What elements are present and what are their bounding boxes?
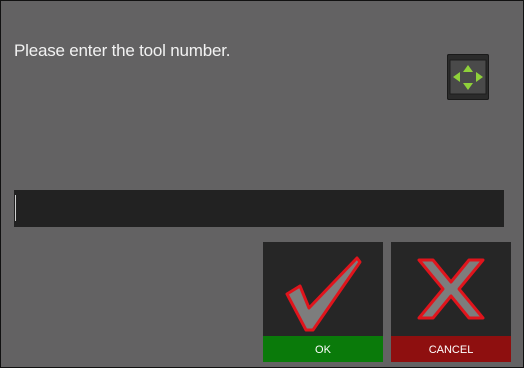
text-cursor xyxy=(15,195,16,221)
move-dialog-button[interactable] xyxy=(447,54,489,100)
tool-number-dialog: Please enter the tool number. OK CANCEL xyxy=(0,0,524,368)
tool-number-input[interactable] xyxy=(14,190,504,227)
ok-button[interactable]: OK xyxy=(263,242,383,362)
move-arrows-icon xyxy=(449,59,487,95)
cancel-button-label: CANCEL xyxy=(391,336,511,362)
ok-button-label: OK xyxy=(263,336,383,362)
checkmark-icon xyxy=(285,256,362,332)
cancel-button[interactable]: CANCEL xyxy=(391,242,511,362)
prompt-text: Please enter the tool number. xyxy=(14,41,231,60)
cross-icon xyxy=(417,258,485,320)
